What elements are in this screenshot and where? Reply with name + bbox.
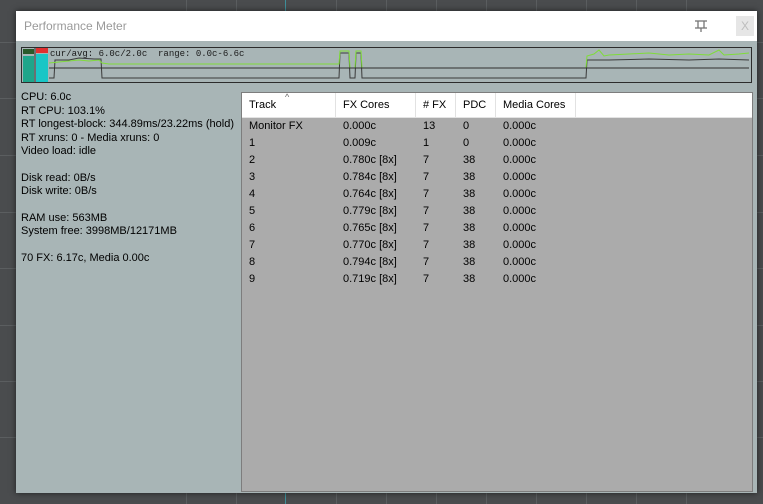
- cell-pdc: 38: [463, 273, 476, 285]
- cell-media-cores: 0.000c: [503, 239, 537, 251]
- cell-fx-count: 13: [423, 120, 436, 132]
- system-free-stat: System free: 3998MB/12171MB: [21, 225, 177, 237]
- table-row[interactable]: 6 0.765c [8x] 7 38 0.000c: [242, 220, 752, 237]
- fx-summary-stat: 70 FX: 6.17c, Media 0.00c: [21, 251, 150, 264]
- cell-track: 7: [249, 239, 256, 251]
- cpu-stat: CPU: 6.0c: [21, 91, 72, 103]
- cell-fx-cores: 0.770c [8x]: [343, 239, 397, 251]
- cell-track: 5: [249, 205, 256, 217]
- cell-media-cores: 0.000c: [503, 171, 537, 183]
- cell-fx-count: 7: [423, 171, 430, 183]
- disk-read-stat: Disk read: 0B/s: [21, 171, 96, 184]
- xruns-stat: RT xruns: 0 - Media xruns: 0: [21, 131, 160, 144]
- cell-track: 2: [249, 154, 256, 166]
- cell-fx-count: 7: [423, 188, 430, 200]
- meter-content: cur/avg: 6.0c/2.0c range: 0.0c-6.6c CPU:…: [16, 41, 757, 493]
- cell-track: 6: [249, 222, 256, 234]
- cell-fx-count: 7: [423, 222, 430, 234]
- cell-media-cores: 0.000c: [503, 256, 537, 268]
- disk-write-stat: Disk write: 0B/s: [21, 185, 97, 197]
- table-row[interactable]: 8 0.794c [8x] 7 38 0.000c: [242, 254, 752, 271]
- sort-ascending-icon: ^: [285, 92, 290, 102]
- pin-icon[interactable]: [693, 18, 709, 34]
- cell-track: Monitor FX: [249, 120, 303, 132]
- cpu-graph: cur/avg: 6.0c/2.0c range: 0.0c-6.6c: [21, 47, 752, 83]
- cell-track: 4: [249, 188, 256, 200]
- ram-use-stat: RAM use: 563MB: [21, 211, 108, 224]
- performance-meter-window: Performance Meter X cur/avg: 6.0c/2.0c r…: [16, 11, 757, 493]
- cell-fx-cores: 0.784c [8x]: [343, 171, 397, 183]
- cell-fx-count: 1: [423, 137, 430, 149]
- cell-pdc: 38: [463, 205, 476, 217]
- rt-cpu-stat: RT CPU: 103.1%: [21, 104, 105, 117]
- cpu-history-graph: [49, 49, 750, 79]
- cell-fx-cores: 0.779c [8x]: [343, 205, 397, 217]
- table-row[interactable]: 3 0.784c [8x] 7 38 0.000c: [242, 169, 752, 186]
- cell-media-cores: 0.000c: [503, 205, 537, 217]
- cell-fx-count: 7: [423, 239, 430, 251]
- window-title: Performance Meter: [24, 19, 127, 33]
- video-load-stat: Video load: idle: [21, 145, 97, 157]
- cell-fx-count: 7: [423, 273, 430, 285]
- cell-media-cores: 0.000c: [503, 154, 537, 166]
- cell-pdc: 38: [463, 154, 476, 166]
- table-row[interactable]: 7 0.770c [8x] 7 38 0.000c: [242, 237, 752, 254]
- cell-media-cores: 0.000c: [503, 137, 537, 149]
- stats-panel: CPU: 6.0c RT CPU: 103.1% RT longest-bloc…: [21, 91, 243, 265]
- table-row[interactable]: 1 0.009c 1 0 0.000c: [242, 135, 752, 152]
- table-row[interactable]: 5 0.779c [8x] 7 38 0.000c: [242, 203, 752, 220]
- table-row[interactable]: Monitor FX 0.000c 13 0 0.000c: [242, 118, 752, 135]
- cell-pdc: 38: [463, 256, 476, 268]
- column-header-track[interactable]: ^ Track: [242, 92, 336, 117]
- cell-media-cores: 0.000c: [503, 188, 537, 200]
- cell-track: 1: [249, 137, 256, 149]
- cpu-level-meter: [22, 48, 49, 82]
- cell-pdc: 38: [463, 222, 476, 234]
- cell-track: 8: [249, 256, 256, 268]
- cell-media-cores: 0.000c: [503, 222, 537, 234]
- table-row[interactable]: 9 0.719c [8x] 7 38 0.000c: [242, 271, 752, 288]
- cell-fx-cores: 0.765c [8x]: [343, 222, 397, 234]
- cell-pdc: 0: [463, 137, 470, 149]
- cell-media-cores: 0.000c: [503, 273, 537, 285]
- cell-track: 9: [249, 273, 256, 285]
- cell-fx-cores: 0.794c [8x]: [343, 256, 397, 268]
- cell-pdc: 0: [463, 120, 470, 132]
- column-header-pdc[interactable]: PDC: [456, 93, 496, 117]
- cell-pdc: 38: [463, 239, 476, 251]
- cell-fx-count: 7: [423, 154, 430, 166]
- table-row[interactable]: 4 0.764c [8x] 7 38 0.000c: [242, 186, 752, 203]
- close-icon: X: [740, 19, 749, 33]
- column-header-media-cores[interactable]: Media Cores: [496, 93, 576, 117]
- cell-media-cores: 0.000c: [503, 120, 537, 132]
- cell-fx-count: 7: [423, 256, 430, 268]
- title-bar[interactable]: Performance Meter X: [16, 11, 757, 41]
- column-header-fx-count[interactable]: # FX: [416, 93, 456, 117]
- cell-pdc: 38: [463, 171, 476, 183]
- cell-fx-cores: 0.009c: [343, 137, 377, 149]
- rt-longest-block-stat: RT longest-block: 344.89ms/23.22ms (hold…: [21, 118, 234, 130]
- table-row[interactable]: 2 0.780c [8x] 7 38 0.000c: [242, 152, 752, 169]
- cell-fx-cores: 0.719c [8x]: [343, 273, 397, 285]
- cell-fx-cores: 0.780c [8x]: [343, 154, 397, 166]
- close-button[interactable]: X: [736, 16, 754, 36]
- cell-pdc: 38: [463, 188, 476, 200]
- cell-fx-cores: 0.764c [8x]: [343, 188, 397, 200]
- table-header: ^ Track FX Cores # FX PDC Media Cores: [242, 92, 752, 118]
- cell-track: 3: [249, 171, 256, 183]
- track-fx-table: ^ Track FX Cores # FX PDC Media Cores Mo…: [241, 92, 753, 492]
- cell-fx-cores: 0.000c: [343, 120, 377, 132]
- column-header-fx-cores[interactable]: FX Cores: [336, 93, 416, 117]
- cell-fx-count: 7: [423, 205, 430, 217]
